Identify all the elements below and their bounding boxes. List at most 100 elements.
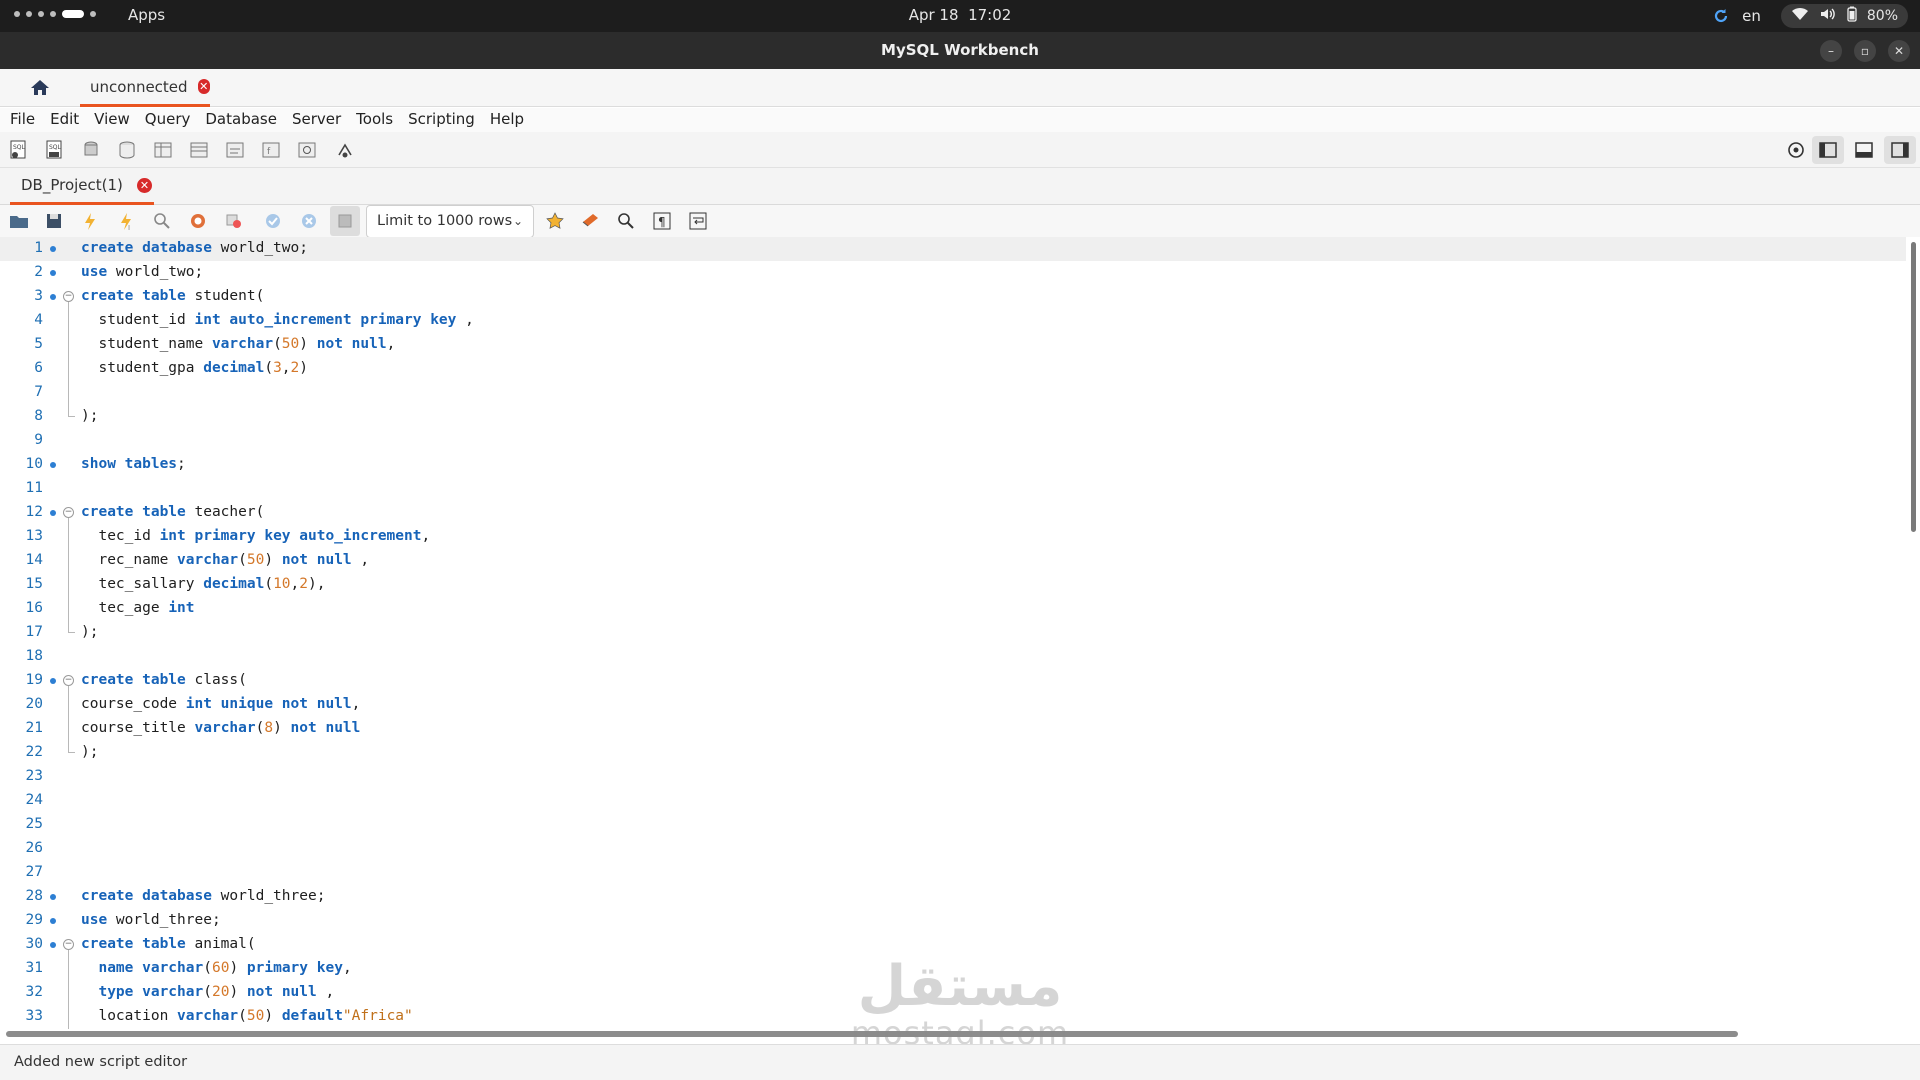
close-icon[interactable]: ✕ — [1888, 40, 1910, 62]
code-line[interactable]: 6 student_gpa decimal(3,2) — [0, 357, 1906, 381]
find-icon[interactable] — [615, 210, 637, 232]
workspace-dot[interactable] — [14, 11, 20, 17]
statement-marker-icon[interactable] — [50, 510, 56, 516]
home-icon[interactable] — [24, 75, 56, 101]
stop-icon[interactable] — [187, 210, 209, 232]
code-line[interactable]: 26 — [0, 837, 1906, 861]
statement-marker-icon[interactable] — [50, 678, 56, 684]
statement-marker-icon[interactable] — [50, 294, 56, 300]
code-line[interactable]: 23 — [0, 765, 1906, 789]
limit-rows-select[interactable]: Limit to 1000 rows ⌄ — [366, 205, 534, 238]
sql-code-editor[interactable]: 1 create database world_two; 2 use world_tw… — [0, 237, 1920, 1032]
code-line[interactable]: 20 course_code int unique not null, — [0, 693, 1906, 717]
fold-toggle-icon[interactable]: − — [63, 939, 74, 950]
statement-marker-icon[interactable] — [50, 270, 56, 276]
create-schema-icon[interactable] — [116, 139, 138, 161]
execute-icon[interactable] — [79, 210, 101, 232]
open-sql-script-icon[interactable]: SQL — [44, 139, 66, 161]
close-sql-tab-icon[interactable]: ✕ — [136, 177, 152, 193]
code-line[interactable]: 8); — [0, 405, 1906, 429]
fold-toggle-icon[interactable]: − — [63, 507, 74, 518]
close-tab-icon[interactable]: ✕ — [197, 79, 210, 94]
window-titlebar[interactable]: MySQL Workbench – ▫ ✕ — [0, 32, 1920, 69]
time-label[interactable]: 17:02 — [968, 6, 1011, 24]
statement-marker-icon[interactable] — [50, 246, 56, 252]
language-indicator[interactable]: en — [1742, 7, 1761, 25]
menu-server[interactable]: Server — [292, 108, 350, 132]
statement-marker-icon[interactable] — [50, 462, 56, 468]
code-line[interactable]: 4 student_id int auto_increment primary … — [0, 309, 1906, 333]
menu-edit[interactable]: Edit — [50, 108, 88, 132]
reconnect-icon[interactable] — [334, 139, 356, 161]
search-table-data-icon[interactable] — [296, 139, 318, 161]
code-line[interactable]: 7 — [0, 381, 1906, 405]
code-line[interactable]: 12 − create table teacher( — [0, 501, 1906, 525]
code-line[interactable]: 27 — [0, 861, 1906, 885]
menu-file[interactable]: File — [10, 108, 44, 132]
menu-query[interactable]: Query — [145, 108, 200, 132]
toggle-secondary-sidebar-icon[interactable] — [1884, 136, 1916, 164]
invisible-chars-icon[interactable]: ¶ — [651, 210, 673, 232]
menu-view[interactable]: View — [94, 108, 139, 132]
code-line[interactable]: 17); — [0, 621, 1906, 645]
code-line[interactable]: 3 − create table student( — [0, 285, 1906, 309]
menu-help[interactable]: Help — [490, 108, 533, 132]
date-label[interactable]: Apr 18 — [909, 6, 959, 24]
settings-icon[interactable] — [1780, 136, 1812, 164]
code-line[interactable]: 16 tec_age int — [0, 597, 1906, 621]
connection-tab[interactable]: unconnected ✕ — [80, 69, 210, 107]
menu-database[interactable]: Database — [205, 108, 286, 132]
toggle-sidebar-icon[interactable] — [1812, 136, 1844, 164]
code-line[interactable]: 15 tec_sallary decimal(10,2), — [0, 573, 1906, 597]
menu-scripting[interactable]: Scripting — [408, 108, 484, 132]
execute-current-icon[interactable]: I — [115, 210, 137, 232]
restore-icon[interactable]: ▫ — [1854, 40, 1876, 62]
workspace-dot[interactable] — [38, 11, 44, 17]
schema-inspector-icon[interactable] — [80, 139, 102, 161]
rollback-icon[interactable] — [298, 210, 320, 232]
open-file-icon[interactable] — [8, 210, 30, 232]
status-menu[interactable]: 80% — [1780, 4, 1908, 28]
workspace-dot[interactable] — [26, 11, 32, 17]
code-line[interactable]: 29 use world_three; — [0, 909, 1906, 933]
apps-button[interactable]: Apps — [128, 6, 165, 24]
create-function-icon[interactable]: f — [260, 139, 282, 161]
code-line[interactable]: 19 − create table class( — [0, 669, 1906, 693]
fold-toggle-icon[interactable]: − — [63, 291, 74, 302]
create-table-icon[interactable] — [152, 139, 174, 161]
sql-editor-tab[interactable]: DB_Project(1) ✕ — [10, 168, 154, 205]
code-line[interactable]: 25 — [0, 813, 1906, 837]
toggle-output-panel-icon[interactable] — [1848, 136, 1880, 164]
vertical-scrollbar[interactable] — [1911, 242, 1916, 532]
code-line[interactable]: 21 course_title varchar(8) not null — [0, 717, 1906, 741]
add-snippet-icon[interactable] — [544, 210, 566, 232]
workspace-dot[interactable] — [90, 11, 96, 17]
refresh-icon[interactable] — [1712, 7, 1730, 25]
commit-icon[interactable] — [262, 210, 284, 232]
toggle-continue-on-error-icon[interactable] — [223, 210, 245, 232]
create-view-icon[interactable] — [188, 139, 210, 161]
create-procedure-icon[interactable] — [224, 139, 246, 161]
code-line[interactable]: 22); — [0, 741, 1906, 765]
code-line[interactable]: 2 use world_two; — [0, 261, 1906, 285]
workspace-dot[interactable] — [50, 11, 56, 17]
code-line[interactable]: 11 — [0, 477, 1906, 501]
workspace-active[interactable] — [62, 10, 84, 18]
minimize-icon[interactable]: – — [1820, 40, 1842, 62]
explain-icon[interactable] — [151, 210, 173, 232]
code-line[interactable]: 1 create database world_two; — [0, 237, 1906, 261]
autocommit-toggle-icon[interactable] — [330, 206, 360, 236]
new-sql-tab-icon[interactable]: SQL — [8, 139, 30, 161]
code-line[interactable]: 24 — [0, 789, 1906, 813]
code-line[interactable]: 10 show tables; — [0, 453, 1906, 477]
code-line[interactable]: 13 tec_id int primary key auto_increment… — [0, 525, 1906, 549]
code-line[interactable]: 9 — [0, 429, 1906, 453]
workspace-indicator[interactable] — [14, 10, 96, 18]
code-line[interactable]: 5 student_name varchar(50) not null, — [0, 333, 1906, 357]
code-line[interactable]: 14 rec_name varchar(50) not null , — [0, 549, 1906, 573]
beautify-icon[interactable] — [580, 210, 602, 232]
statement-marker-icon[interactable] — [50, 942, 56, 948]
save-icon[interactable] — [43, 210, 65, 232]
menu-tools[interactable]: Tools — [356, 108, 402, 132]
code-line[interactable]: 28 create database world_three; — [0, 885, 1906, 909]
